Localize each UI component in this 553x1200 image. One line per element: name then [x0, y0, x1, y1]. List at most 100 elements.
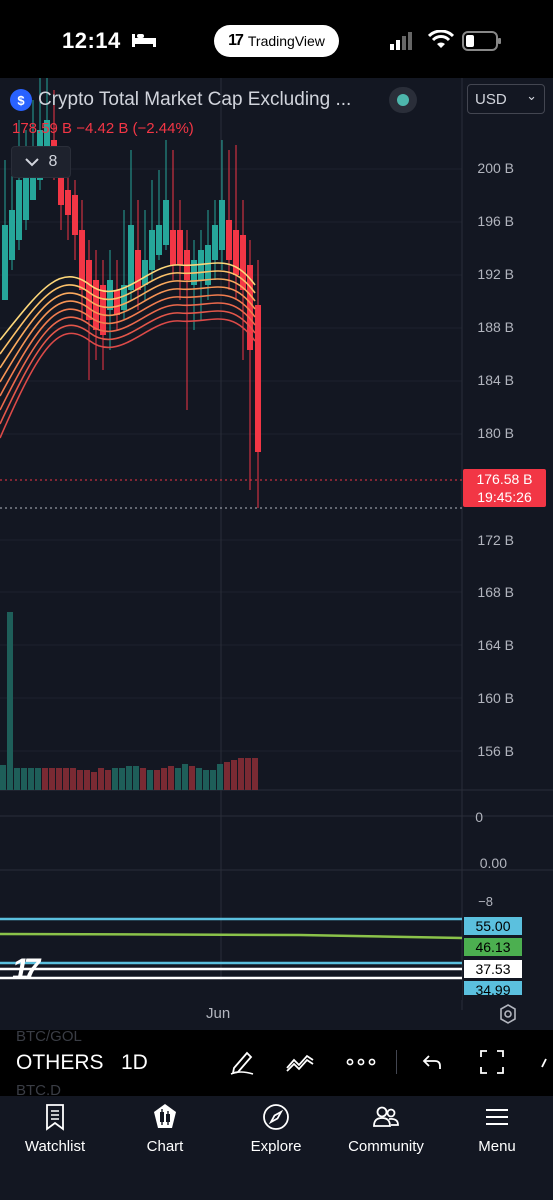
indicator-badge-4: 34.99 [464, 981, 522, 995]
tab-label: Explore [250, 1138, 302, 1155]
volume-bar [98, 768, 104, 790]
chevron-down-icon: ⌄ [526, 88, 537, 103]
indicators-count: 8 [48, 153, 58, 170]
tab-menu[interactable]: Menu [442, 1102, 552, 1162]
tab-label: Chart [146, 1138, 184, 1155]
undo-button[interactable] [416, 1046, 448, 1078]
symbol-title[interactable]: Crypto Total Market Cap Excluding ... [38, 89, 351, 111]
tradingview-watermark-icon: 17 [12, 953, 40, 986]
tab-watchlist[interactable]: Watchlist [0, 1102, 110, 1162]
candle-body [170, 230, 176, 265]
volume-bar [28, 768, 34, 790]
volume-bar [77, 770, 83, 790]
app-pill[interactable]: 17 TradingView [214, 25, 339, 57]
price-axis-label: 180 B [477, 425, 514, 441]
market-status-icon[interactable] [389, 87, 417, 113]
volume-bar [56, 768, 62, 790]
candle-body [58, 175, 64, 205]
volume-bar [168, 766, 174, 790]
indicators-button[interactable] [284, 1046, 316, 1078]
candle-body [149, 230, 155, 270]
volume-bar [203, 770, 209, 790]
volume-bar [35, 768, 41, 790]
volume-bar [112, 768, 118, 790]
volume-bar [42, 768, 48, 790]
volume-bar [84, 770, 90, 790]
oscillator-line-mid [0, 932, 463, 940]
symbol-logo-icon: $ [10, 89, 32, 111]
chart-canvas[interactable] [0, 78, 553, 1030]
clock-text: 12:14 [62, 28, 121, 53]
oscillator-axis-label-low: −8 [478, 894, 493, 909]
price-axis-label: 196 B [477, 213, 514, 229]
volume-bar [189, 766, 195, 790]
volume-bar [126, 766, 132, 790]
volume-bar [140, 768, 146, 790]
price-axis-label: 172 B [477, 532, 514, 548]
toolbar-divider [396, 1050, 397, 1074]
fullscreen-button[interactable] [476, 1046, 508, 1078]
chart-settings-icon[interactable] [497, 1003, 519, 1025]
volume-bar [245, 758, 251, 790]
more-options-button[interactable] [345, 1046, 377, 1078]
candle-body [135, 250, 141, 290]
undo-icon [422, 1055, 441, 1069]
candle-body [142, 260, 148, 285]
tab-community[interactable]: Community [331, 1102, 441, 1162]
time-axis-label: Jun [206, 1005, 231, 1022]
currency-select[interactable]: USD ⌄ [467, 84, 545, 114]
candles-icon [154, 1104, 176, 1128]
candle-body [100, 285, 106, 335]
indicator-badge-2: 46.13 [464, 938, 522, 956]
candle-body [2, 225, 8, 300]
hamburger-icon [486, 1109, 508, 1125]
candle-body [212, 225, 218, 260]
status-clock: 12:14 [62, 28, 157, 54]
candle-body [9, 210, 15, 260]
volume-bar [21, 768, 27, 790]
arrow-partial-icon [541, 1058, 547, 1068]
price-axis-label: 168 B [477, 584, 514, 600]
oscillator-axis-label: 0.00 [479, 855, 507, 871]
symbol-header[interactable]: $ Crypto Total Market Cap Excluding ... [10, 87, 351, 113]
price-axis-label: 164 B [477, 637, 514, 653]
price-axis-label: 188 B [477, 319, 514, 335]
indicators-toggle-button[interactable]: 8 [11, 146, 71, 178]
people-icon [373, 1106, 399, 1127]
volume-bar [224, 762, 230, 790]
volume-bar [217, 764, 223, 790]
price-axis-label: 192 B [477, 266, 514, 282]
oscillator-mask [0, 980, 462, 1000]
fullscreen-icon [480, 1050, 504, 1074]
compass-icon [263, 1104, 289, 1130]
candle-body [226, 220, 232, 260]
ghost-symbol-above: BTC/GOL [16, 1028, 82, 1045]
candle-body [219, 200, 225, 250]
last-price: 176.58 B [476, 471, 533, 487]
volume-bar [182, 764, 188, 790]
candle-body [107, 280, 113, 310]
candle-body [177, 230, 183, 265]
interval-button[interactable]: 1D [121, 1051, 148, 1075]
drawing-tool-button[interactable] [226, 1046, 258, 1078]
price-axis-label: 156 B [477, 743, 514, 759]
volume-bar [161, 768, 167, 790]
signal-icon [390, 32, 412, 50]
volume-bar [252, 758, 258, 790]
app-pill-label: TradingView [247, 33, 325, 49]
pen-icon [230, 1051, 254, 1075]
volume-bar [0, 765, 6, 790]
volume-bar [119, 768, 125, 790]
chevron-down-icon [24, 158, 39, 167]
tab-explore[interactable]: Explore [221, 1102, 331, 1162]
tab-chart[interactable]: Chart [110, 1102, 220, 1162]
volume-axis-label: 0 [475, 809, 483, 825]
candle-body [163, 200, 169, 245]
candle-body [114, 290, 120, 315]
toolbar-overflow-hint [540, 1055, 553, 1075]
tab-label: Community [348, 1138, 424, 1155]
volume-bar [210, 770, 216, 790]
candle-body [255, 305, 261, 452]
currency-value: USD [475, 90, 507, 108]
symbol-search-button[interactable]: OTHERS [16, 1051, 104, 1075]
